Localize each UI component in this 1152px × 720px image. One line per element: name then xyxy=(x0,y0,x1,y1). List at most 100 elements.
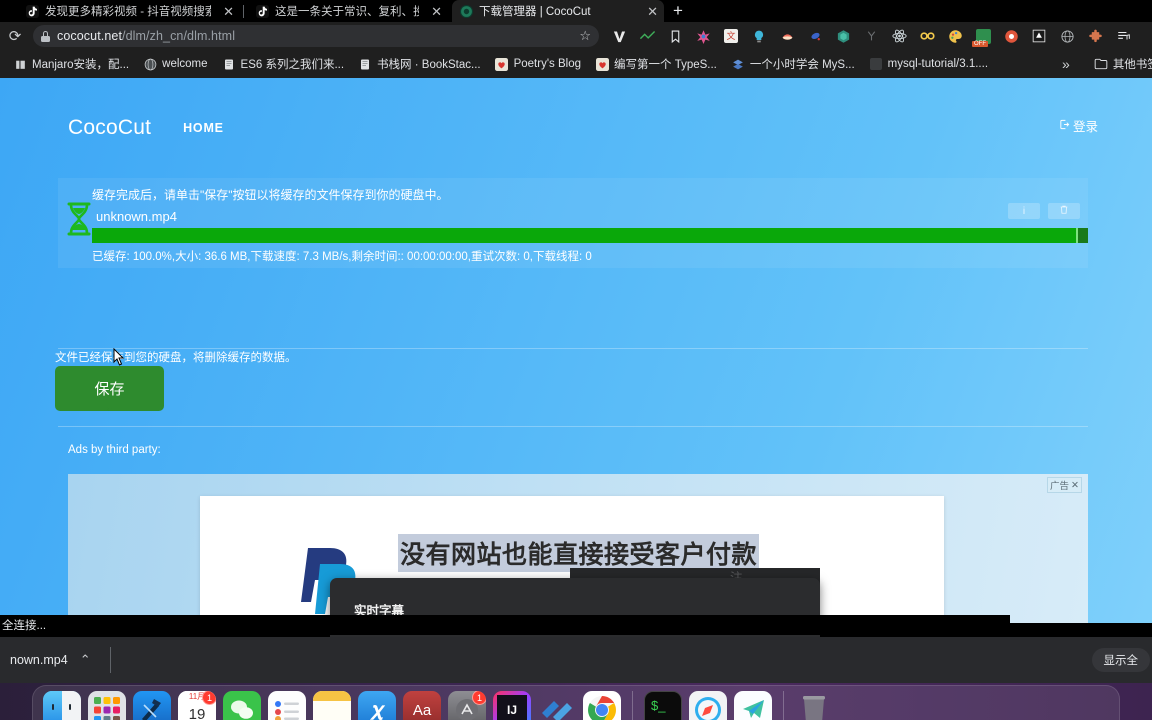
reload-icon[interactable]: ⟳ xyxy=(0,27,30,45)
candy-icon[interactable] xyxy=(801,23,829,49)
url-path: /dlm/zh_cn/dlm.html xyxy=(122,29,236,43)
finder-icon[interactable] xyxy=(43,691,81,720)
launchpad-icon[interactable] xyxy=(88,691,126,720)
other-bookmarks-button[interactable]: 其他书签 xyxy=(1087,53,1152,75)
bookmark-item-0[interactable]: Manjaro安装，配... xyxy=(6,53,136,75)
doc-icon xyxy=(222,57,236,71)
chrome-icon[interactable] xyxy=(583,691,621,720)
bookmarks-overflow-button[interactable]: » xyxy=(1055,53,1077,75)
bookmark-label: 编写第一个 TypeS... xyxy=(614,59,717,71)
bookmark-label: ES6 系列之我们来... xyxy=(240,59,345,71)
login-icon xyxy=(1059,119,1070,133)
trash-icon[interactable] xyxy=(795,691,833,720)
react-devtools-icon[interactable] xyxy=(885,23,913,49)
bookmark-label: welcome xyxy=(162,58,208,70)
hourglass-icon xyxy=(66,202,92,236)
xcode-icon[interactable]: 𝝌 xyxy=(358,691,396,720)
site-brand[interactable]: CocoCut xyxy=(68,116,151,140)
ad-tag[interactable]: 广告 ✕ xyxy=(1047,477,1082,493)
save-chevron-icon[interactable]: ⌄ xyxy=(55,398,164,415)
bookmarks-bar: Manjaro安装，配... welcome ES6 系列之我们来... 书栈网… xyxy=(0,50,1152,78)
wechat-icon[interactable] xyxy=(223,691,261,720)
bookmark-item-5[interactable]: 编写第一个 TypeS... xyxy=(588,53,724,75)
bulb-icon[interactable] xyxy=(745,23,773,49)
tab-1[interactable]: 这是一条关于常识、复利、投资、 ✕ xyxy=(248,0,448,22)
download-info-button[interactable]: i xyxy=(1008,203,1040,219)
tab-close-icon[interactable]: ✕ xyxy=(425,5,442,18)
nav-home-link[interactable]: HOME xyxy=(183,121,224,135)
overflow-label: » xyxy=(1062,56,1070,72)
bookmark-label: Manjaro安装，配... xyxy=(32,59,130,71)
badge: 1 xyxy=(472,691,486,705)
status-bubble: 全连接... xyxy=(0,615,1010,635)
vimium-icon[interactable] xyxy=(605,23,633,49)
extension-icons: 文 OFF xyxy=(605,23,1137,49)
recorder-icon[interactable] xyxy=(997,23,1025,49)
ads-section-label: Ads by third party: xyxy=(68,444,161,456)
download-card-actions: i xyxy=(1008,203,1080,219)
tampermonkey-icon[interactable] xyxy=(633,23,661,49)
darkreader-icon[interactable] xyxy=(1025,23,1053,49)
xcode-tools-icon[interactable] xyxy=(133,691,171,720)
tab-0[interactable]: 发现更多精彩视频 - 抖音视频搜索 ✕ xyxy=(18,0,240,22)
yandex-icon[interactable] xyxy=(857,23,885,49)
tiktok-icon xyxy=(26,4,39,18)
bookmark-item-2[interactable]: ES6 系列之我们来... xyxy=(215,53,352,75)
download-hint: 缓存完成后，请单击"保存"按钮以将缓存的文件保存到你的硬盘中。 xyxy=(92,188,449,202)
chevron-up-icon[interactable]: ⌃ xyxy=(80,652,91,668)
sublime-icon[interactable] xyxy=(538,691,576,720)
appstore-icon[interactable]: 1 xyxy=(448,691,486,720)
reminders-icon[interactable] xyxy=(268,691,306,720)
globe-icon[interactable] xyxy=(1053,23,1081,49)
colorzilla-icon[interactable] xyxy=(689,23,717,49)
download-progress-bar xyxy=(92,228,1088,243)
puzzle-icon[interactable] xyxy=(1081,23,1109,49)
bookmark-item-6[interactable]: 一个小时学会 MyS... xyxy=(724,53,862,75)
new-tab-button[interactable]: + xyxy=(668,2,688,20)
ad-tag-label: 广告 xyxy=(1050,481,1070,492)
bookmark-item-3[interactable]: 书栈网 · BookStac... xyxy=(351,53,488,75)
downloads-shelf-item-label: nown.mp4 xyxy=(10,653,68,667)
download-filename: unknown.mp4 xyxy=(96,209,177,224)
bookmark-star-icon[interactable]: ☆ xyxy=(579,28,591,44)
bookmark-item-7[interactable]: mysql-tutorial/3.1.... xyxy=(862,53,995,75)
macos-dock: 11月 19 1 𝝌 Aa 1 IJ $_ xyxy=(0,683,1152,720)
browser-toolbar: ⟳ cococut.net/dlm/zh_cn/dlm.html ☆ 文 OFF xyxy=(0,22,1152,50)
tab-close-icon[interactable]: ✕ xyxy=(217,5,234,18)
honey-icon[interactable] xyxy=(773,23,801,49)
bookmark-item-1[interactable]: welcome xyxy=(136,53,214,75)
bookmark-label: 一个小时学会 MyS... xyxy=(749,59,855,71)
telegram-icon[interactable] xyxy=(734,691,772,720)
download-card: 缓存完成后，请单击"保存"按钮以将缓存的文件保存到你的硬盘中。 unknown.… xyxy=(58,178,1088,268)
safari-icon[interactable] xyxy=(689,691,727,720)
bookmark-icon[interactable] xyxy=(661,23,689,49)
infinity-icon[interactable] xyxy=(913,23,941,49)
translate-icon[interactable]: 文 xyxy=(717,23,745,49)
calendar-icon[interactable]: 11月 19 1 xyxy=(178,691,216,720)
download-delete-button[interactable] xyxy=(1048,203,1080,219)
url-text: cococut.net/dlm/zh_cn/dlm.html xyxy=(57,29,235,43)
ad-close-icon[interactable]: ✕ xyxy=(1071,480,1079,491)
tab-2[interactable]: 下载管理器 | CocoCut ✕ xyxy=(452,0,664,22)
saved-message: 文件已经保存到您的硬盘，将删除缓存的数据。 xyxy=(55,352,297,364)
dock-divider xyxy=(632,691,633,720)
bookmark-item-4[interactable]: Poetry's Blog xyxy=(488,53,588,75)
intellij-idea-icon[interactable]: IJ xyxy=(493,691,531,720)
browser-chrome: 发现更多精彩视频 - 抖音视频搜索 ✕ 这是一条关于常识、复利、投资、 ✕ 下载… xyxy=(0,0,1152,78)
adblock-off-icon[interactable]: OFF xyxy=(969,23,997,49)
palette-icon[interactable] xyxy=(941,23,969,49)
site-header: CocoCut HOME xyxy=(0,108,1152,148)
playlist-icon[interactable] xyxy=(1109,23,1137,49)
address-bar[interactable]: cococut.net/dlm/zh_cn/dlm.html ☆ xyxy=(33,25,599,47)
notes-icon[interactable] xyxy=(313,691,351,720)
tab-divider xyxy=(243,5,244,18)
terminal-icon[interactable]: $_ xyxy=(644,691,682,720)
calendar-day: 19 xyxy=(188,706,206,720)
login-button[interactable]: 登录 xyxy=(1059,116,1098,135)
dictionary-icon[interactable]: Aa xyxy=(403,691,441,720)
downloads-shelf-item[interactable]: nown.mp4 ⌃ xyxy=(0,645,101,675)
show-all-downloads-button[interactable]: 显示全 xyxy=(1091,648,1150,672)
dock-items: 11月 19 1 𝝌 Aa 1 IJ $_ xyxy=(32,685,1120,720)
sandbox-icon[interactable] xyxy=(829,23,857,49)
tab-close-icon[interactable]: ✕ xyxy=(641,5,658,18)
